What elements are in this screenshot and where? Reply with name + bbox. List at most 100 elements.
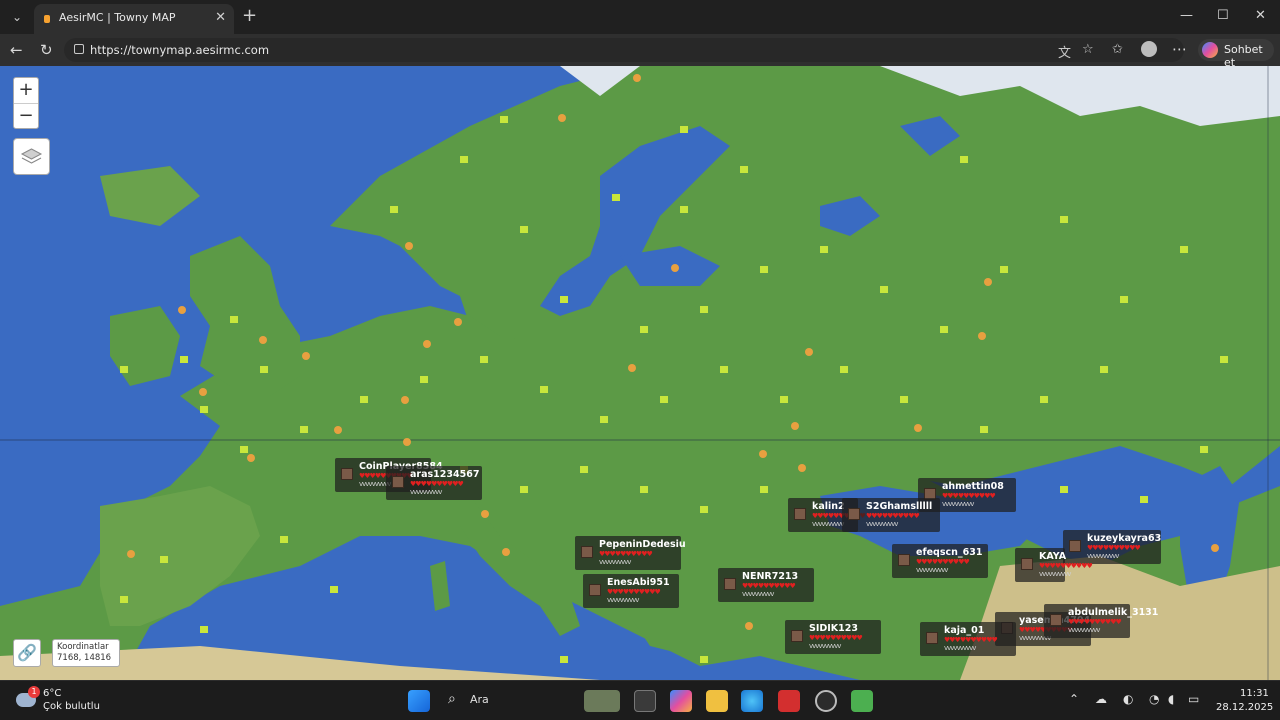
player-marker[interactable]: kaja_01 ♥♥♥♥♥♥♥♥♥♥ vvvvvvvvvv [920, 622, 1016, 656]
player-marker[interactable]: aras1234567 ♥♥♥♥♥♥♥♥♥♥ vvvvvvvvvv [386, 466, 482, 500]
player-head-icon [589, 584, 601, 596]
player-name: efeqscn_631 [916, 547, 983, 558]
notification-badge: 1 [28, 686, 40, 698]
player-name: ahmettin08 [942, 481, 1004, 492]
favicon-icon [44, 15, 50, 23]
tab-menu-icon[interactable]: ⌄ [6, 6, 28, 28]
maximize-icon[interactable]: ☐ [1217, 8, 1229, 23]
widget-icon[interactable] [584, 690, 620, 712]
player-name: abdulmelik_3131 [1068, 607, 1159, 618]
layers-icon [20, 148, 43, 164]
world-map[interactable]: CoinPlayer8584 ♥♥♥♥♥♥♥♥♥♥ vvvvvvvvvv ara… [0, 66, 1280, 680]
star-icon[interactable]: ☆ [1082, 42, 1094, 57]
minimize-icon[interactable]: — [1180, 8, 1193, 23]
link-icon[interactable]: 🔗 [13, 639, 41, 667]
player-marker[interactable]: KAYA ♥♥♥♥♥♥♥♥♥♥ vvvvvvvvvv [1015, 548, 1093, 582]
player-name: KAYA [1039, 551, 1067, 562]
armor-bar: vvvvvvvvvv [599, 558, 631, 566]
health-bar: ♥♥♥♥♥♥♥♥♥♥ [942, 492, 996, 500]
app-l-icon[interactable] [778, 690, 800, 712]
clock-time[interactable]: 11:31 [1240, 688, 1269, 699]
player-head-icon [724, 578, 736, 590]
folder-icon[interactable] [706, 690, 728, 712]
armor-bar: vvvvvvvvvv [866, 520, 898, 528]
favorites-icon[interactable]: ✩ [1112, 42, 1123, 57]
copilot-app-icon[interactable] [670, 690, 692, 712]
health-bar: ♥♥♥♥♥♥♥♥♥♥ [809, 634, 863, 642]
player-marker[interactable]: SIDIK123 ♥♥♥♥♥♥♥♥♥♥ vvvvvvvvvv [785, 620, 881, 654]
player-marker[interactable]: PepeninDedesiu ♥♥♥♥♥♥♥♥♥♥ vvvvvvvvvv [575, 536, 686, 570]
health-bar: ♥♥♥♥♥♥♥♥♥♥ [607, 588, 661, 596]
more-icon[interactable]: ⋯ [1172, 40, 1187, 58]
battery-icon[interactable]: ▭ [1188, 692, 1199, 706]
zoom-in-button[interactable]: + [14, 78, 38, 103]
profile-icon[interactable] [1141, 41, 1157, 57]
health-bar: ♥♥♥♥♥♥♥♥♥♥ [944, 636, 998, 644]
player-name: aras1234567 [410, 469, 480, 480]
browser-tab[interactable]: AesirMC | Towny MAP ✕ [34, 4, 234, 34]
health-bar: ♥♥♥♥♥♥♥♥♥♥ [866, 512, 920, 520]
health-bar: ♥♥♥♥♥♥♥♥♥♥ [1087, 544, 1141, 552]
player-head-icon [791, 630, 803, 642]
player-name: NENR7213 [742, 571, 799, 582]
tab-title: AesirMC | Towny MAP [59, 11, 176, 24]
reload-icon[interactable]: ↻ [40, 41, 53, 59]
armor-bar: vvvvvvvvvv [1087, 552, 1119, 560]
back-icon[interactable]: ← [10, 41, 23, 59]
player-head-icon [926, 632, 938, 644]
opera-icon[interactable] [815, 690, 837, 712]
search-label[interactable]: Ara [470, 693, 489, 706]
plus-icon[interactable]: + [242, 7, 257, 25]
weather-desc[interactable]: Çok bulutlu [43, 701, 100, 712]
zoom-control: + − [13, 77, 39, 129]
player-name: kaja_01 [944, 625, 985, 636]
player-head-icon [848, 508, 860, 520]
zoom-out-button[interactable]: − [14, 103, 38, 128]
armor-bar: vvvvvvvvvv [742, 590, 774, 598]
player-head-icon [794, 508, 806, 520]
lock-icon[interactable] [74, 44, 84, 54]
armor-bar: vvvvvvvvvv [916, 566, 948, 574]
address-bar: ← ↻ https://townymap.aesirmc.com 文 ☆ ✩ [0, 34, 1280, 66]
onedrive-icon[interactable]: ☁ [1095, 692, 1107, 706]
player-head-icon [341, 468, 353, 480]
player-marker[interactable]: NENR7213 ♥♥♥♥♥♥♥♥♥♥ vvvvvvvvvv [718, 568, 814, 602]
translate-icon[interactable]: 文 [1058, 42, 1071, 61]
copilot-button[interactable]: Sohbet et [1198, 39, 1274, 69]
chevron-up-icon[interactable]: ⌃ [1069, 692, 1079, 706]
player-marker[interactable]: kuzeykayra63 ♥♥♥♥♥♥♥♥♥♥ vvvvvvvvvv [1063, 530, 1161, 564]
player-head-icon [1021, 558, 1033, 570]
search-icon[interactable]: ⌕ [448, 691, 456, 707]
armor-bar: vvvvvvvvvv [942, 500, 974, 508]
volume-icon[interactable]: ◖ [1168, 692, 1174, 706]
player-name: kalin2 [812, 501, 845, 512]
task-view-icon[interactable] [634, 690, 656, 712]
layers-button[interactable] [13, 138, 50, 175]
health-bar: ♥♥♥♥♥♥♥♥♥♥ [1068, 618, 1122, 626]
url-field[interactable]: https://townymap.aesirmc.com 文 ☆ ✩ [64, 38, 1184, 62]
close-icon[interactable]: ✕ [215, 10, 226, 25]
mic-icon[interactable]: ◐ [1123, 692, 1133, 706]
taskbar: 1 6°C Çok bulutlu ⌕ Ara ⌃ ☁ ◐ ◔ ◖ ▭ 11:3… [0, 680, 1280, 720]
armor-bar: vvvvvvvvvv [1039, 570, 1071, 578]
player-name: kuzeykayra63 [1087, 533, 1162, 544]
weather-temp[interactable]: 6°C [43, 688, 61, 699]
player-head-icon [1050, 614, 1062, 626]
player-marker[interactable]: abdulmelik_3131 ♥♥♥♥♥♥♥♥♥♥ vvvvvvvvvv [1044, 604, 1158, 638]
player-marker[interactable]: EnesAbi951 ♥♥♥♥♥♥♥♥♥♥ vvvvvvvvvv [583, 574, 679, 608]
wifi-icon[interactable]: ◔ [1149, 692, 1159, 706]
url-text[interactable]: https://townymap.aesirmc.com [90, 43, 269, 57]
player-marker[interactable]: S2Ghamslllll ♥♥♥♥♥♥♥♥♥♥ vvvvvvvvvv [842, 498, 940, 532]
player-head-icon [898, 554, 910, 566]
player-marker[interactable]: efeqscn_631 ♥♥♥♥♥♥♥♥♥♥ vvvvvvvvvv [892, 544, 988, 578]
health-bar: ♥♥♥♥♥♥♥♥♥♥ [916, 558, 970, 566]
minecraft-icon[interactable] [851, 690, 873, 712]
coords-title: Koordinatlar [57, 642, 109, 652]
clock-date[interactable]: 28.12.2025 [1216, 702, 1273, 713]
edge-icon[interactable] [741, 690, 763, 712]
start-icon[interactable] [408, 690, 430, 712]
player-name: S2Ghamslllll [866, 501, 933, 512]
armor-bar: vvvvvvvvvv [812, 520, 844, 528]
window-close-icon[interactable]: ✕ [1255, 8, 1266, 23]
coordinates-panel: Koordinatlar 7168, 14816 [52, 639, 120, 667]
